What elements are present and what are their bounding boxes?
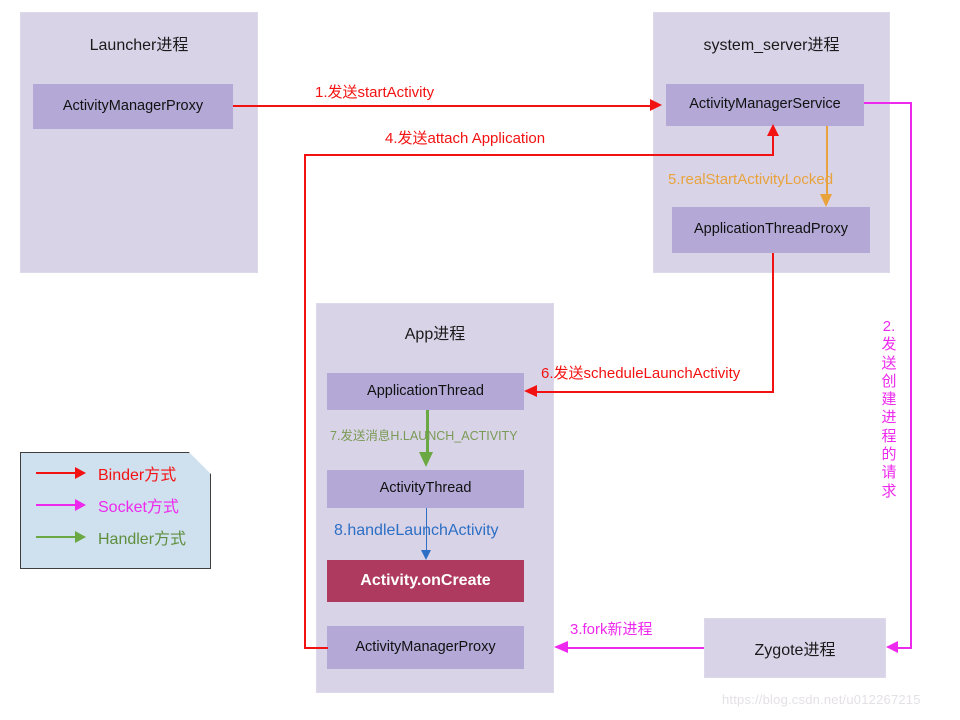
component-activitymanagerservice[interactable]: ActivityManagerService bbox=[666, 84, 864, 126]
component-label: ActivityManagerProxy bbox=[62, 97, 204, 114]
connector-step6-vline bbox=[772, 253, 774, 392]
component-label: ApplicationThreadProxy bbox=[694, 221, 848, 238]
process-title-system-server: system_server进程 bbox=[703, 37, 840, 54]
process-container-launcher: Launcher进程 bbox=[20, 12, 258, 273]
legend-item-handler: Handler方式 bbox=[36, 526, 186, 548]
connector-step4-label: 4.发送attach Application bbox=[385, 130, 546, 147]
binder-arrow-icon bbox=[36, 467, 88, 479]
component-activitythread[interactable]: ActivityThread bbox=[327, 470, 524, 508]
connector-step4-hline-bottom bbox=[304, 647, 328, 649]
component-label: ActivityManagerProxy bbox=[355, 638, 496, 655]
component-applicationthread[interactable]: ApplicationThread bbox=[327, 373, 524, 410]
connector-step3-line bbox=[568, 647, 704, 649]
connector-step6-label: 6.发送scheduleLaunchActivity bbox=[541, 365, 741, 382]
legend-item-label: Socket方式 bbox=[98, 499, 179, 516]
legend-item-binder: Binder方式 bbox=[36, 462, 176, 484]
watermark: https://blog.csdn.net/u012267215 bbox=[722, 692, 921, 707]
connector-step1-arrowhead bbox=[650, 99, 662, 111]
component-activity-oncreate[interactable]: Activity.onCreate bbox=[327, 560, 524, 602]
legend-item-socket: Socket方式 bbox=[36, 494, 179, 516]
process-title-zygote: Zygote进程 bbox=[754, 642, 836, 659]
connector-step5-arrowhead bbox=[820, 194, 832, 207]
connector-step2-arrowhead bbox=[886, 641, 898, 653]
component-label: ActivityThread bbox=[379, 480, 472, 497]
connector-step3-label: 3.fork新进程 bbox=[570, 621, 653, 638]
connector-step2-hline-bottom bbox=[898, 647, 912, 649]
connector-step2-vline bbox=[910, 102, 912, 648]
component-launcher-activitymanagerproxy[interactable]: ActivityManagerProxy bbox=[33, 84, 233, 129]
component-label: Activity.onCreate bbox=[360, 572, 491, 590]
process-title-launcher: Launcher进程 bbox=[89, 37, 189, 54]
process-title-app: App进程 bbox=[404, 326, 466, 343]
legend-item-label: Binder方式 bbox=[98, 467, 177, 484]
connector-step7-arrowhead bbox=[419, 452, 433, 467]
connector-step8-arrowhead bbox=[421, 550, 431, 560]
connector-step6-hline bbox=[537, 391, 774, 393]
connector-step7-label: 7.发送消息H.LAUNCH_ACTIVITY bbox=[330, 429, 518, 443]
process-container-zygote: Zygote进程 bbox=[704, 618, 886, 678]
connector-step5-label: 5.realStartActivityLocked bbox=[668, 171, 834, 188]
legend-item-label: Handler方式 bbox=[98, 531, 187, 548]
handler-arrow-icon bbox=[36, 531, 88, 543]
connector-step3-arrowhead bbox=[554, 641, 568, 653]
connector-step1-label: 1.发送startActivity bbox=[315, 84, 435, 101]
connector-step8-label: 8.handleLaunchActivity bbox=[334, 522, 499, 539]
connector-step4-hline-top bbox=[304, 154, 774, 156]
connector-step2-label: 2.发送创建进程的请求 bbox=[881, 318, 897, 500]
connector-step6-arrowhead bbox=[524, 385, 537, 397]
connector-step4-arrowhead bbox=[767, 124, 779, 136]
connector-step4-vline-left bbox=[304, 154, 306, 648]
component-label: ApplicationThread bbox=[367, 382, 484, 399]
component-app-activitymanagerproxy[interactable]: ActivityManagerProxy bbox=[327, 626, 524, 669]
connector-step1-line bbox=[233, 105, 653, 107]
diagram-canvas: Launcher进程 ActivityManagerProxy system_s… bbox=[0, 0, 960, 720]
socket-arrow-icon bbox=[36, 499, 88, 511]
connector-step4-vline-right bbox=[772, 136, 774, 156]
component-applicationthreadproxy[interactable]: ApplicationThreadProxy bbox=[672, 207, 870, 253]
component-label: ActivityManagerService bbox=[689, 96, 841, 113]
connector-step2-hline-top bbox=[864, 102, 912, 104]
